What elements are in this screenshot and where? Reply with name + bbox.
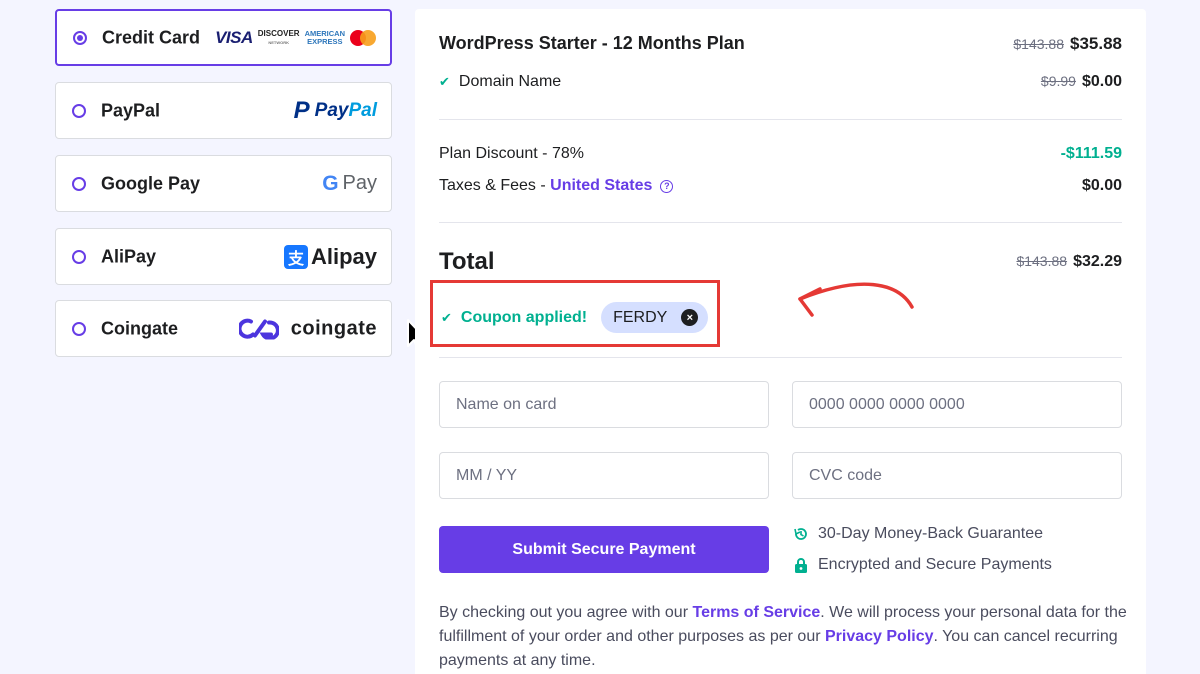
domain-label: Domain Name bbox=[458, 73, 562, 90]
divider bbox=[439, 222, 1122, 223]
taxes-label: Taxes & Fees - bbox=[439, 177, 551, 194]
close-icon[interactable]: × bbox=[681, 309, 699, 326]
expiry-input[interactable] bbox=[439, 452, 769, 499]
order-summary: WordPress Starter - 12 Months Plan $143.… bbox=[415, 9, 1146, 674]
radio-selected-icon[interactable] bbox=[73, 30, 87, 45]
payment-method-google-pay[interactable]: Google Pay G Pay bbox=[55, 155, 392, 212]
paypal-logo: P PayPal bbox=[293, 96, 377, 124]
annotation-arrow-icon bbox=[798, 282, 914, 317]
alipay-mark-icon: 支 bbox=[283, 244, 308, 269]
paypal-mark-icon: P bbox=[293, 96, 310, 124]
total-row: Total $143.88 $32.29 bbox=[439, 248, 1122, 276]
payment-method-label: AliPay bbox=[101, 246, 157, 266]
google-pay-logo: G Pay bbox=[322, 171, 377, 195]
divider bbox=[439, 119, 1122, 120]
legal-notice: By checking out you agree with our Terms… bbox=[439, 604, 1127, 669]
payment-method-paypal[interactable]: PayPal P PayPal bbox=[55, 82, 392, 139]
discount-value: -$111.59 bbox=[1060, 145, 1122, 162]
discount-label: Plan Discount - 78% bbox=[439, 145, 584, 162]
taxes-value: $0.00 bbox=[1081, 177, 1122, 194]
domain-row: ✔ Domain Name $9.99 $0.00 bbox=[439, 73, 1122, 91]
payment-method-credit-card[interactable]: Credit Card VISA DISCOVER NETWORK AMERIC… bbox=[55, 9, 392, 66]
name-on-card-input[interactable] bbox=[439, 381, 769, 428]
total-label: Total bbox=[439, 248, 495, 275]
radio-icon[interactable] bbox=[72, 249, 86, 264]
submit-payment-button[interactable]: Submit Secure Payment bbox=[439, 526, 769, 573]
lock-icon bbox=[795, 558, 807, 573]
coingate-logo: coingate bbox=[238, 317, 377, 340]
terms-of-service-link[interactable]: Terms of Service bbox=[692, 604, 820, 621]
domain-price: $0.00 bbox=[1081, 73, 1122, 90]
card-logos: VISA DISCOVER NETWORK AMERICAN EXPRESS bbox=[215, 28, 376, 48]
payment-method-alipay[interactable]: AliPay 支 Alipay bbox=[55, 228, 392, 285]
plan-name: WordPress Starter - 12 Months Plan bbox=[439, 33, 745, 53]
check-icon: ✔ bbox=[439, 74, 450, 89]
divider bbox=[439, 357, 1122, 358]
radio-icon[interactable] bbox=[72, 321, 86, 336]
plan-price: $35.88 bbox=[1070, 33, 1122, 53]
amex-logo: AMERICAN EXPRESS bbox=[304, 28, 345, 46]
radio-icon[interactable] bbox=[72, 176, 86, 191]
help-icon[interactable]: ? bbox=[660, 180, 674, 193]
coupon-code: FERDY bbox=[613, 308, 668, 326]
taxes-country-link[interactable]: United States bbox=[550, 177, 652, 194]
privacy-policy-link[interactable]: Privacy Policy bbox=[825, 628, 934, 645]
discount-row: Plan Discount - 78% -$111.59 bbox=[439, 145, 1122, 163]
coupon-row: ✔ Coupon applied! FERDY × bbox=[441, 302, 709, 333]
domain-old-price: $9.99 bbox=[1040, 73, 1076, 89]
payment-method-coingate[interactable]: Coingate coingate bbox=[55, 300, 392, 357]
coupon-chip: FERDY × bbox=[601, 302, 709, 333]
payment-method-label: Credit Card bbox=[102, 27, 201, 47]
assurance-secure: Encrypted and Secure Payments bbox=[793, 556, 1052, 574]
taxes-row: Taxes & Fees - United States? $0.00 bbox=[439, 177, 1122, 195]
plan-row: WordPress Starter - 12 Months Plan $143.… bbox=[439, 33, 1122, 54]
google-g-icon: G bbox=[322, 171, 339, 195]
mastercard-logo bbox=[350, 29, 376, 46]
total-old-price: $143.88 bbox=[1016, 253, 1068, 269]
radio-icon[interactable] bbox=[72, 103, 86, 118]
assurance-money-back: 30-Day Money-Back Guarantee bbox=[793, 525, 1043, 543]
check-icon: ✔ bbox=[441, 309, 452, 325]
card-number-input[interactable] bbox=[792, 381, 1122, 428]
payment-method-label: Google Pay bbox=[101, 173, 201, 193]
payment-method-label: PayPal bbox=[101, 100, 161, 120]
alipay-logo: 支 Alipay bbox=[283, 244, 377, 270]
visa-logo: VISA bbox=[215, 27, 253, 47]
cvc-input[interactable] bbox=[792, 452, 1122, 499]
coingate-mark-icon bbox=[238, 318, 279, 340]
total-price: $32.29 bbox=[1073, 253, 1122, 270]
discover-logo: DISCOVER NETWORK bbox=[257, 28, 300, 45]
history-icon bbox=[794, 528, 807, 540]
coupon-status: Coupon applied! bbox=[460, 308, 588, 326]
plan-old-price: $143.88 bbox=[1013, 35, 1064, 52]
payment-method-label: Coingate bbox=[101, 318, 179, 338]
